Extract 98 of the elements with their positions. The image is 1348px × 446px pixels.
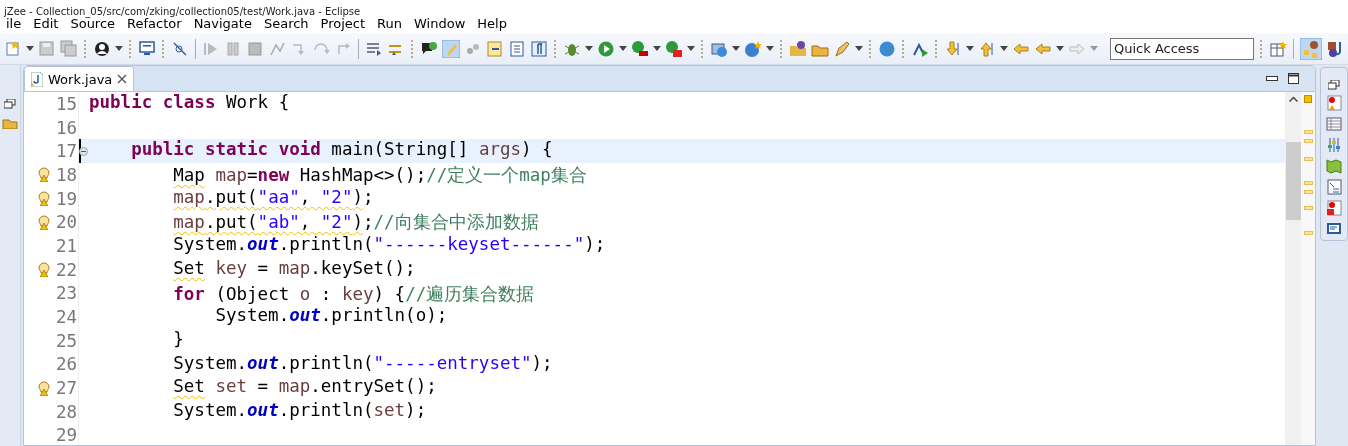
minimize-icon — [1266, 75, 1278, 82]
code-line: Map map=new HashMap<>();//定义一个map集合 — [172, 164, 588, 187]
monitor-icon — [138, 39, 156, 58]
warning-marker-icon — [1303, 139, 1313, 143]
code-line: System.out.println("------keyset------"); — [172, 234, 607, 257]
breakpoint-page-icon — [1326, 95, 1342, 111]
hierarchy-icon — [1300, 37, 1322, 60]
folder-globe-icon — [789, 39, 807, 58]
line-number: 20 — [55, 211, 78, 235]
line-number: 16 — [55, 116, 78, 140]
highlighter-icon — [442, 39, 460, 58]
code-line: Set key = map.keySet(); — [172, 257, 417, 280]
pen-icon — [833, 39, 851, 58]
java-file-icon — [31, 71, 43, 87]
menu-item[interactable]: Navigate — [187, 16, 258, 31]
menu-item[interactable]: Source — [64, 16, 122, 31]
maximize-icon — [1288, 73, 1299, 84]
error-page-icon — [1326, 200, 1342, 216]
disks-icon — [60, 39, 78, 58]
warning-marker-icon — [1303, 206, 1313, 210]
caret-icon — [855, 46, 863, 51]
line-number: 15 — [55, 92, 78, 116]
code-line: for (Object o : key) {//遍历集合数据 — [172, 282, 536, 306]
line-number: 23 — [55, 282, 78, 306]
code-line: map.put("ab", "2");//向集合中添加数据 — [172, 211, 540, 235]
scrollbar-thumb[interactable] — [1285, 142, 1301, 220]
window-title: jZee - Collection_05/src/com/zking/collection05/test/Work.java - Eclipse — [3, 5, 361, 19]
menu-item[interactable]: Window — [408, 16, 472, 31]
document-icon — [4, 39, 22, 58]
menu-item[interactable]: Search — [257, 16, 315, 31]
menu-item[interactable]: Run — [371, 16, 409, 31]
code-line: System.out.println("-----entryset"); — [172, 352, 554, 375]
open-perspective-icon — [1269, 39, 1287, 58]
java-perspective-icon — [1326, 39, 1344, 58]
run-config-icon — [631, 39, 649, 58]
line-number: 18 — [55, 163, 78, 187]
caret-icon — [1000, 46, 1008, 51]
menu-item[interactable]: ile — [0, 16, 28, 31]
line-number: 25 — [55, 329, 78, 353]
warning-marker-icon — [1303, 231, 1313, 235]
caret-icon — [1090, 46, 1098, 51]
caret-icon — [619, 46, 627, 51]
caret-icon — [585, 46, 593, 51]
warning-marker-icon — [1303, 157, 1313, 161]
menu-item[interactable]: Project — [314, 16, 372, 31]
warning-marker-icon — [1303, 130, 1313, 134]
caret-icon — [1056, 46, 1064, 51]
restore-icon — [1328, 80, 1340, 90]
line-number: 19 — [55, 187, 78, 211]
scroll-up-icon — [1288, 96, 1298, 102]
warning-marker-icon — [1303, 190, 1313, 194]
line-number: 28 — [55, 400, 78, 424]
code-line: public class Work { — [88, 92, 291, 114]
line-number: 24 — [55, 306, 78, 329]
page-icon — [508, 39, 526, 58]
pause-icon — [224, 39, 242, 58]
caret-icon — [732, 46, 740, 51]
code-line: map.put("aa", "2"); — [172, 186, 375, 209]
caret-icon — [26, 46, 34, 51]
sliders-icon — [1326, 137, 1342, 153]
external-tools-icon — [665, 39, 683, 58]
menu-item[interactable]: Refactor — [121, 16, 188, 31]
outline-icon — [1326, 179, 1342, 195]
map-icon — [1326, 158, 1342, 174]
caret-icon — [653, 46, 661, 51]
paragraph-icon — [530, 39, 548, 58]
line-number: 22 — [55, 258, 78, 282]
class-badge-icon — [744, 39, 762, 58]
line-number: 27 — [55, 377, 78, 400]
caret-icon — [966, 46, 974, 51]
note-icon — [486, 39, 504, 58]
console-icon — [1326, 221, 1342, 237]
line-number: 26 — [55, 353, 78, 377]
menu-item[interactable]: Edit — [27, 16, 65, 31]
fold-icon[interactable] — [79, 146, 88, 156]
line-number: 29 — [55, 424, 78, 445]
close-icon — [117, 74, 128, 84]
stop-icon — [246, 39, 264, 58]
caret-icon — [115, 46, 123, 51]
warning-marker-icon — [1303, 181, 1313, 185]
editor-tab[interactable]: Work.java — [24, 66, 135, 91]
line-number: 17 — [55, 139, 78, 164]
code-line: System.out.println(o); — [214, 305, 449, 328]
code-line: Set set = map.entrySet(); — [172, 376, 438, 399]
run-icon — [597, 39, 615, 58]
overview-marker-icon — [1304, 95, 1312, 103]
line-number: 21 — [55, 234, 78, 258]
restore-icon — [4, 99, 16, 109]
down-arrow-icon — [944, 39, 962, 58]
person-icon — [93, 39, 111, 58]
code-line: System.out.println(set); — [172, 399, 428, 422]
code-line: } — [172, 328, 185, 351]
menu-item[interactable]: Help — [471, 16, 513, 31]
globe-icon — [878, 39, 896, 58]
caret-icon — [766, 46, 774, 51]
table-icon — [1326, 116, 1342, 132]
quick-access-field[interactable]: Quick Access — [1110, 37, 1254, 60]
caret-icon — [687, 46, 695, 51]
